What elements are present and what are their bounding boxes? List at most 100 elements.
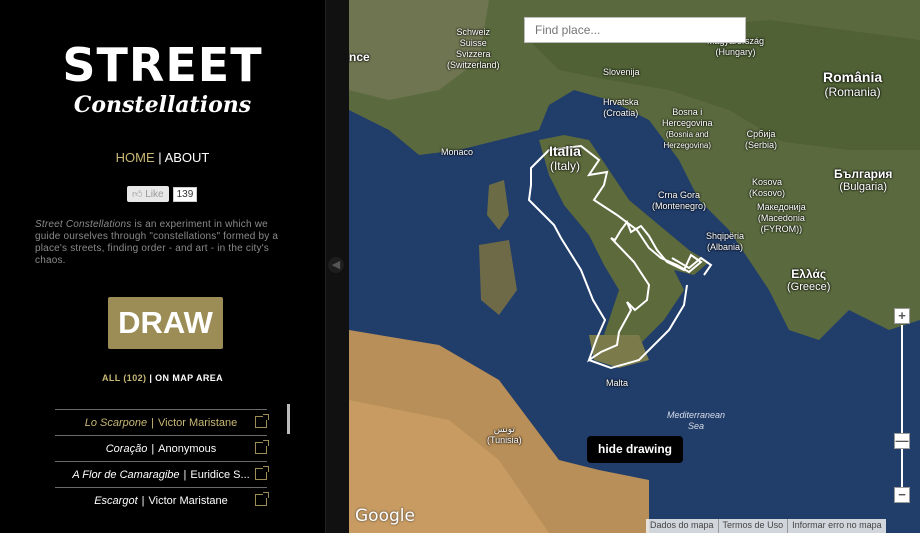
- label-kosovo: Kosova (Kosovo): [749, 177, 785, 199]
- label-text: Schweiz: [456, 27, 491, 37]
- label-text: Suisse: [459, 38, 487, 48]
- logo-constellations: Constellations: [73, 92, 252, 118]
- label-text: (Croatia): [603, 108, 639, 118]
- label-text: (Hungary): [715, 47, 756, 57]
- filter-all[interactable]: ALL (102): [102, 373, 146, 383]
- facebook-like: 👍︎ Like 139: [127, 186, 198, 202]
- terms-link[interactable]: Termos de Uso: [717, 519, 788, 533]
- list-item[interactable]: A Flor de Camaragibe | Euridice S...: [55, 461, 269, 487]
- label-greece: Ελλάς (Greece): [787, 268, 830, 294]
- hide-drawing-button[interactable]: hide drawing: [587, 436, 683, 463]
- label-text: Bosna i: [672, 107, 703, 117]
- filter-separator: |: [149, 373, 153, 383]
- label-text: (FYROM)): [760, 224, 803, 234]
- label-italy: Italia (Italy): [549, 144, 581, 174]
- label-text: Italia: [549, 143, 581, 159]
- list-item[interactable]: Escargot | Victor Maristane: [55, 487, 269, 513]
- item-separator: |: [151, 442, 155, 455]
- like-count: 139: [172, 186, 198, 202]
- label-text: (Switzerland): [447, 60, 500, 70]
- item-author: Anonymous: [158, 442, 217, 455]
- map-data-link[interactable]: Dados do mapa: [646, 519, 718, 533]
- label-macedonia: Македонија (Macedonia (FYROM)): [757, 202, 806, 235]
- label-text: (Italy): [549, 159, 580, 173]
- label-text: Македонија: [757, 202, 806, 212]
- label-text: Sea: [688, 421, 705, 431]
- label-bosnia: Bosna i Hercegovina (Bosnia and Herzegov…: [662, 107, 713, 151]
- constellation-list: Lo Scarpone | Victor Maristane Coração | Ano…: [55, 409, 269, 513]
- label-croatia: Hrvatska (Croatia): [603, 97, 639, 119]
- sidebar: STREET Constellations HOME | ABOUT 👍︎ Li…: [0, 0, 325, 533]
- nav-about-link[interactable]: ABOUT: [165, 150, 210, 165]
- draw-button[interactable]: DRAW: [108, 297, 223, 349]
- main-nav: HOME | ABOUT: [0, 150, 325, 165]
- description: Street Constellations is an experiment i…: [35, 219, 290, 267]
- filter-on-map-area[interactable]: ON MAP AREA: [155, 373, 223, 383]
- label-text: Србија: [746, 129, 776, 139]
- zoom-in-button[interactable]: +: [894, 308, 910, 324]
- label-slovenia: Slovenija: [603, 67, 640, 77]
- list-item[interactable]: Coração | Anonymous: [55, 435, 269, 461]
- label-text: Hrvatska: [603, 97, 639, 107]
- label-text: (Romania): [824, 85, 881, 99]
- like-button[interactable]: 👍︎ Like: [127, 186, 169, 202]
- label-albania: Shqipëria (Albania): [706, 231, 744, 253]
- external-link-icon[interactable]: [255, 492, 269, 506]
- logo[interactable]: STREET Constellations: [60, 40, 265, 118]
- label-france-partial: nce: [349, 50, 370, 64]
- item-title: Coração: [105, 442, 148, 455]
- item-author: Victor Maristane: [157, 416, 238, 429]
- label-text: Shqipëria: [706, 231, 745, 241]
- description-title: Street Constellations: [35, 219, 132, 230]
- label-bulgaria: България (Bulgaria): [834, 168, 892, 194]
- report-error-link[interactable]: Informar erro no mapa: [787, 519, 886, 533]
- external-link-icon[interactable]: [255, 440, 269, 454]
- label-text: Herzegovina): [663, 141, 712, 150]
- collapse-panel-icon[interactable]: ◀: [328, 257, 344, 273]
- label-text: (Albania): [707, 242, 744, 252]
- label-monaco: Monaco: [441, 147, 474, 157]
- like-label: Like: [145, 189, 164, 200]
- item-title: A Flor de Camaragibe: [72, 468, 180, 481]
- filter-bar: ALL (102) | ON MAP AREA: [0, 373, 325, 383]
- label-text: (Tunisia): [487, 435, 522, 445]
- item-author: Victor Maristane: [148, 494, 228, 507]
- external-link-icon[interactable]: [255, 414, 269, 428]
- label-text: (Greece): [787, 281, 831, 293]
- list-item[interactable]: Lo Scarpone | Victor Maristane: [55, 409, 269, 435]
- zoom-track[interactable]: [901, 325, 903, 488]
- label-text: (Serbia): [745, 140, 778, 150]
- item-separator: |: [151, 416, 154, 429]
- label-text: (Macedonia: [757, 213, 805, 223]
- label-text: (Montenegro): [652, 201, 707, 211]
- logo-street: STREET: [62, 38, 263, 92]
- thumbs-up-icon: 👍︎: [132, 189, 143, 200]
- label-montenegro: Crna Gora (Montenegro): [652, 190, 706, 212]
- zoom-slider-handle[interactable]: —: [894, 433, 910, 449]
- label-text: Mediterranean: [667, 410, 726, 420]
- label-text: (Bulgaria): [839, 181, 888, 193]
- item-separator: |: [141, 494, 145, 507]
- nav-home-link[interactable]: HOME: [116, 150, 155, 165]
- find-place-input[interactable]: [524, 17, 746, 43]
- label-text: Kosova: [751, 177, 783, 187]
- label-romania: România (Romania): [823, 70, 882, 100]
- label-tunisia: تونس (Tunisia): [487, 424, 522, 446]
- zoom-out-button[interactable]: −: [894, 487, 910, 503]
- item-author: Euridice S...: [190, 468, 250, 481]
- label-text: Crna Gora: [658, 190, 701, 200]
- label-text: България: [834, 167, 893, 181]
- item-separator: |: [183, 468, 187, 481]
- item-title: Lo Scarpone: [84, 416, 148, 429]
- external-link-icon[interactable]: [255, 466, 269, 480]
- label-mediterranean-sea: Mediterranean Sea: [667, 410, 725, 432]
- label-malta: Malta: [606, 378, 629, 388]
- label-text: România: [823, 69, 883, 85]
- label-text: (Kosovo): [749, 188, 786, 198]
- label-switzerland: Schweiz Suisse Svizzera (Switzerland): [447, 27, 500, 71]
- label-text: Hercegovina: [662, 118, 713, 128]
- label-text: (Bosnia and: [665, 130, 709, 139]
- list-scrollbar[interactable]: [287, 404, 290, 434]
- nav-separator: |: [158, 150, 162, 165]
- label-text: Svizzera: [456, 49, 491, 59]
